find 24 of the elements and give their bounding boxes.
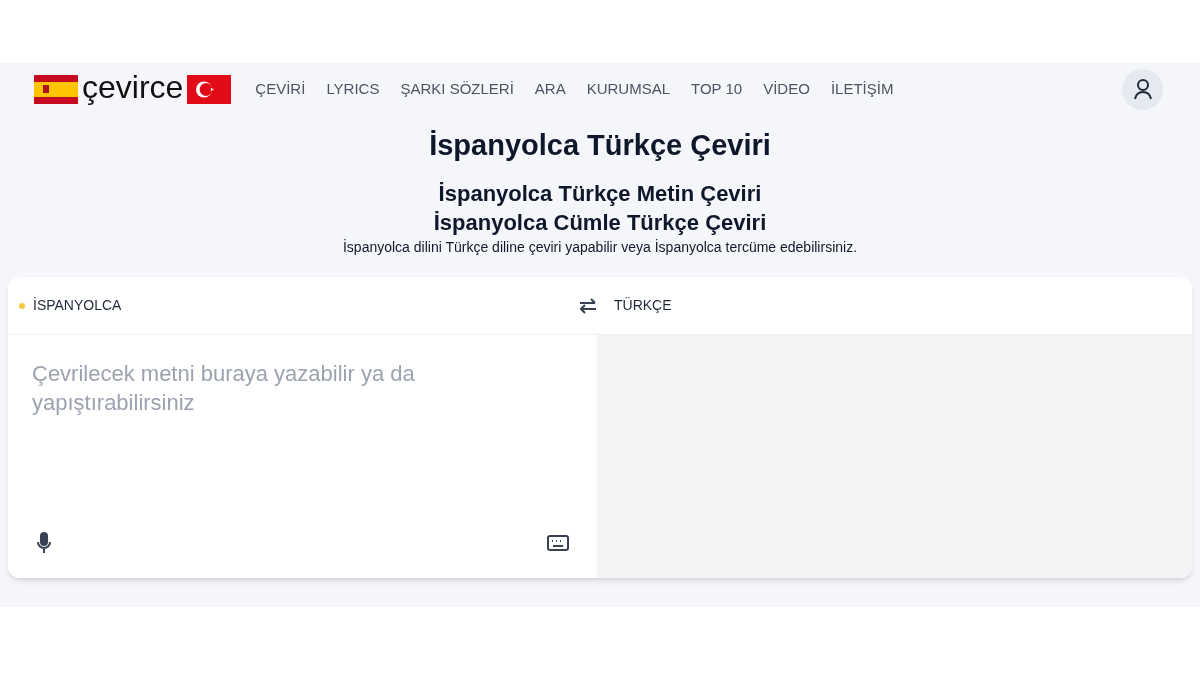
- nav-link[interactable]: VİDEO: [763, 77, 810, 101]
- page-title: İspanyolca Türkçe Çeviri: [428, 128, 772, 163]
- nav-link[interactable]: ARA: [534, 77, 566, 101]
- user-icon: [1132, 78, 1153, 100]
- turkey-flag-icon: [187, 74, 232, 104]
- nav-link[interactable]: ŞARKI SÖZLERİ: [400, 77, 514, 101]
- nav-link[interactable]: KURUMSAL: [586, 77, 671, 101]
- source-language-tab[interactable]: İSPANYOLCA: [33, 295, 122, 317]
- user-button[interactable]: [1122, 68, 1163, 110]
- keyboard-icon[interactable]: [547, 535, 569, 552]
- input-panel[interactable]: Çevrilecek metni buraya yazabilir ya da yapıştırabilirsiniz: [8, 335, 597, 579]
- input-field[interactable]: Çevrilecek metni buraya yazabilir ya da yapıştırabilirsiniz: [8, 335, 597, 533]
- swap-icon[interactable]: [579, 297, 597, 314]
- nav-link[interactable]: İLETİŞİM: [830, 77, 894, 101]
- spain-flag-icon: [34, 74, 78, 104]
- subtitle: İspanyolca Cümle Türkçe Çeviri: [433, 209, 767, 238]
- nav-link[interactable]: TOP 10: [691, 77, 743, 101]
- description-text: İspanyolca dilini Türkçe diline çeviri yapabilir veya İspanyolca tercüme edebilirsiniz.: [341, 238, 859, 258]
- logo-text[interactable]: çevirce: [82, 71, 184, 103]
- subtitle: İspanyolca Türkçe Metin Çeviri: [438, 180, 762, 209]
- nav-link[interactable]: ÇEVİRİ: [255, 77, 306, 101]
- microphone-icon[interactable]: [36, 532, 52, 555]
- target-language-tab[interactable]: TÜRKÇE: [614, 295, 672, 317]
- nav-link[interactable]: LYRICS: [326, 77, 380, 101]
